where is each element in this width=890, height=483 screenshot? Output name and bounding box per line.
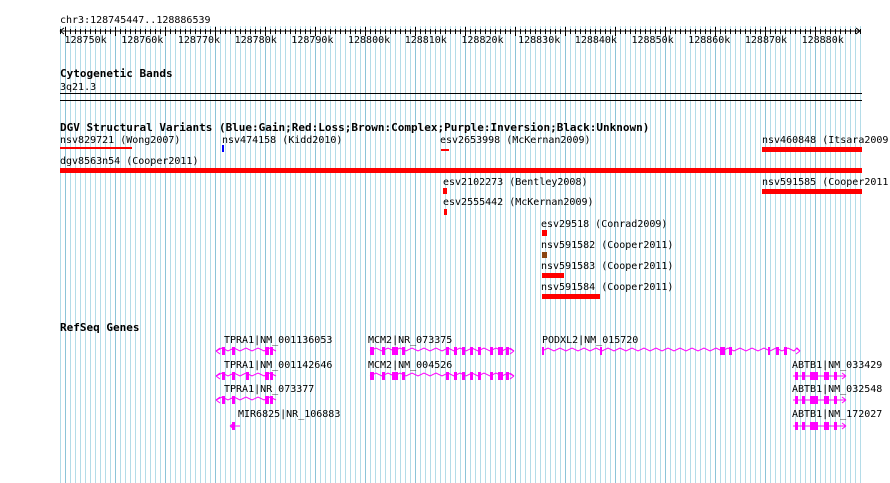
gene-exon: [490, 347, 493, 355]
gene-exon: [506, 347, 509, 355]
gene-exon: [824, 422, 829, 430]
gene-exon: [478, 372, 481, 380]
gene-exon: [270, 347, 273, 355]
gene-exon: [834, 422, 837, 430]
gene-model[interactable]: [541, 347, 801, 355]
gene-exon: [454, 347, 457, 355]
gene-exon: [776, 347, 779, 355]
gene-model[interactable]: [793, 372, 847, 380]
gene-intron: [541, 347, 801, 352]
gene-exon: [370, 347, 374, 355]
gene-exon: [478, 347, 481, 355]
gene-model[interactable]: [215, 372, 277, 380]
gene-exon: [446, 347, 449, 355]
gene-model[interactable]: [793, 422, 847, 430]
gene-exon: [470, 347, 473, 355]
gene-exon: [498, 347, 503, 355]
gene-exon: [402, 347, 405, 355]
gene-model[interactable]: [793, 396, 847, 404]
gene-exon: [270, 372, 273, 380]
gene-exon: [232, 396, 235, 404]
gene-model[interactable]: [369, 347, 515, 355]
gene-exon: [784, 347, 787, 355]
gene-exon: [810, 396, 818, 404]
strand-arrow-icon: [509, 347, 515, 355]
strand-arrow-icon: [509, 372, 515, 380]
gene-exon: [506, 372, 509, 380]
gene-exon: [600, 347, 602, 355]
gene-exon: [462, 372, 465, 380]
gene-exon: [498, 372, 503, 380]
gene-exon: [802, 422, 805, 430]
genome-browser-panel: chr3:128745447..128886539 128750k 128760k…: [0, 0, 890, 483]
gene-exon: [768, 347, 770, 355]
gene-exon: [470, 372, 473, 380]
gene-exon: [810, 372, 818, 380]
gene-model[interactable]: [369, 372, 515, 380]
gene-exon: [802, 372, 805, 380]
strand-arrow-icon: [215, 396, 221, 404]
gene-exon: [834, 396, 837, 404]
gene-exon: [824, 372, 829, 380]
gene-exon: [232, 347, 235, 355]
gene-exon: [382, 372, 385, 380]
gene-exon: [370, 372, 374, 380]
gene-exon: [392, 372, 398, 380]
gene-exon: [402, 372, 405, 380]
gene-model[interactable]: [229, 422, 240, 430]
gene-exon: [795, 422, 798, 430]
gene-exon: [265, 372, 269, 380]
gene-exon: [834, 372, 837, 380]
gene-exon: [246, 372, 249, 380]
gene-models: [215, 347, 847, 430]
gene-exon: [270, 396, 273, 404]
gene-exon: [802, 396, 805, 404]
gene-exon: [382, 347, 385, 355]
gene-exon: [222, 347, 225, 355]
gene-exon: [462, 347, 465, 355]
strand-arrow-icon: [795, 347, 801, 355]
gene-exon: [729, 347, 732, 355]
gene-exon: [824, 396, 829, 404]
gene-exon: [454, 372, 457, 380]
gene-exon: [720, 347, 725, 355]
strand-arrow-icon: [215, 347, 221, 355]
gene-model[interactable]: [215, 347, 277, 355]
gene-exon: [265, 396, 269, 404]
gene-exon: [232, 372, 235, 380]
gene-exon: [795, 396, 798, 404]
gene-exon: [222, 372, 225, 380]
strand-arrow-icon: [215, 372, 221, 380]
gene-exon: [446, 372, 449, 380]
gene-exon: [810, 422, 818, 430]
gene-exon: [222, 396, 225, 404]
gene-exon: [542, 347, 544, 355]
gene-exon: [490, 372, 493, 380]
gene-exon: [392, 347, 398, 355]
gene-exon: [265, 347, 269, 355]
gene-exon: [795, 372, 798, 380]
gene-model[interactable]: [215, 396, 277, 404]
